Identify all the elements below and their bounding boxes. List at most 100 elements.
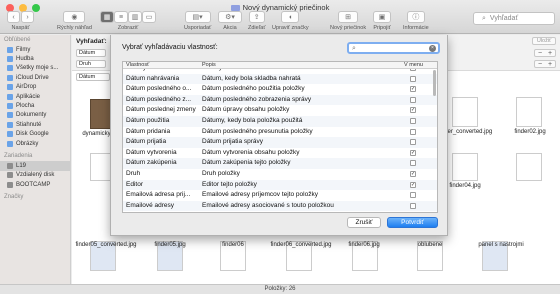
- plus-button[interactable]: +: [548, 61, 552, 68]
- list-view-button[interactable]: ≡: [114, 11, 128, 23]
- sidebar-item-fav-2[interactable]: Všetky moje s...: [0, 64, 70, 73]
- sidebar-item-label: BOOTCAMP: [16, 181, 51, 188]
- attribute-name: Emailové adresy: [126, 201, 175, 209]
- info-group: ⓘ Informácie: [403, 11, 429, 31]
- in-menu-checkbox[interactable]: [410, 96, 416, 103]
- in-menu-checkbox[interactable]: [410, 160, 416, 167]
- new-folder-button[interactable]: ⊞: [338, 11, 359, 23]
- attribute-row[interactable]: Editor Editor tejto položky ✓: [123, 179, 437, 191]
- action-button[interactable]: ⚙▾: [218, 11, 242, 23]
- sidebar-item-device-0[interactable]: L19: [0, 161, 70, 171]
- tags-button[interactable]: ◖: [281, 11, 300, 23]
- arrange-button[interactable]: ▤▾: [184, 11, 211, 23]
- attribute-description: Dátum posledného použitia položky: [202, 85, 305, 93]
- query-label: Vyhľadať:: [76, 38, 107, 45]
- minus-button[interactable]: −: [538, 61, 542, 68]
- new-folder-icon: ⊞: [345, 14, 351, 21]
- cancel-button[interactable]: Zrušiť: [347, 217, 381, 228]
- file-name: finder06.jpg: [348, 242, 380, 248]
- minus-button[interactable]: −: [538, 50, 542, 57]
- attribute-row[interactable]: Dátum pridania Dátum posledného presunuti…: [123, 127, 437, 138]
- file-name: finder05.jpg: [154, 242, 186, 248]
- attribute-row[interactable]: Dátum prijatia Dátum prijatia správy: [123, 137, 437, 148]
- attribute-row[interactable]: Emailové adresy...Emailové adresy...: [123, 211, 437, 213]
- in-menu-checkbox[interactable]: ✓: [410, 181, 416, 188]
- sidebar-item-fav-9[interactable]: Disk Google: [0, 130, 70, 139]
- criterion-popup[interactable]: Dátum vytvor.: [76, 49, 106, 57]
- share-button[interactable]: ⇪: [248, 11, 265, 23]
- sidebar-item-fav-5[interactable]: Aplikácie: [0, 92, 70, 101]
- in-menu-checkbox[interactable]: ✓: [410, 149, 416, 156]
- confirm-button[interactable]: Potvrdiť: [387, 217, 438, 228]
- tags-group: ◖ Upraviť značky: [272, 11, 309, 31]
- file-thumbnail[interactable]: [516, 153, 542, 181]
- attribute-search-field[interactable]: ⌕ ×: [347, 42, 440, 54]
- in-menu-checkbox[interactable]: [410, 139, 416, 146]
- attribute-row[interactable]: Dátum poslednej zmeny Dátum úpravy obsahu…: [123, 105, 437, 116]
- attribute-row[interactable]: Dátum posledného o... Dátum posledného po…: [123, 84, 437, 95]
- arrange-icon: ▤▾: [192, 14, 203, 21]
- sidebar-item-device-1[interactable]: Vzdialený disk: [0, 171, 70, 180]
- sidebar-item-fav-1[interactable]: Hudba: [0, 54, 70, 63]
- attribute-row[interactable]: Dátum posledného z... Dátum posledného zo…: [123, 94, 437, 106]
- criterion-popup[interactable]: Druh: [76, 60, 106, 68]
- info-button[interactable]: ⓘ: [406, 11, 425, 23]
- search-placeholder: Vyhľadať: [489, 15, 519, 22]
- in-menu-checkbox[interactable]: ✓: [410, 86, 416, 93]
- in-menu-checkbox[interactable]: [410, 202, 416, 209]
- sidebar-item-label: L19: [16, 162, 27, 169]
- window-toolbar: Nový dynamický priečinok ‹ › Naspäť ◉ Rý…: [0, 0, 560, 34]
- coverflow-view-button[interactable]: ▭: [142, 11, 156, 23]
- file-thumbnail[interactable]: [452, 153, 478, 181]
- column-header-attribute[interactable]: Vlastnosť: [126, 62, 149, 69]
- new-folder-group: ⊞ Nový priečinok: [330, 11, 366, 31]
- sidebar-item-device-2[interactable]: BOOTCAMP: [0, 180, 70, 189]
- attribute-name: Druh: [126, 169, 141, 177]
- column-view-button[interactable]: ▥: [128, 11, 142, 23]
- column-header-in-menu[interactable]: V menu: [404, 62, 423, 69]
- file-thumbnail[interactable]: [452, 97, 478, 127]
- in-menu-checkbox[interactable]: ✓: [410, 170, 416, 177]
- sidebar-item-fav-4[interactable]: AirDrop: [0, 83, 70, 92]
- attribute-row[interactable]: Dátum zakúpenia Dátum zakúpenia tejto pol…: [123, 158, 437, 169]
- column-header-description[interactable]: Popis: [202, 62, 216, 69]
- back-button[interactable]: ‹: [7, 11, 20, 23]
- attribute-row[interactable]: Dátum vytvorenia Dátum vytvorenia obsahu …: [123, 148, 437, 159]
- clear-search-icon[interactable]: ×: [429, 45, 436, 52]
- attribute-row[interactable]: Emailová adresa prij... Emailové adresy p…: [123, 190, 437, 201]
- file-thumbnail[interactable]: [516, 97, 542, 127]
- sidebar-item-fav-6[interactable]: Plocha: [0, 101, 70, 110]
- quicklook-button[interactable]: ◉: [63, 11, 86, 23]
- in-menu-checkbox[interactable]: [410, 75, 416, 82]
- sidebar-item-label: Stiahnuté: [16, 121, 42, 128]
- sidebar-item-label: Plocha: [16, 103, 35, 110]
- in-menu-checkbox[interactable]: [410, 117, 416, 124]
- connect-button[interactable]: ▣: [373, 11, 391, 23]
- in-menu-checkbox[interactable]: ✓: [410, 107, 416, 114]
- attribute-row[interactable]: Dátum použitia Dátumy, kedy bola položka …: [123, 115, 437, 127]
- attribute-row[interactable]: Druh Druh položky ✓: [123, 169, 437, 180]
- sidebar-item-fav-3[interactable]: iCloud Drive: [0, 73, 70, 82]
- pictures-icon: [7, 140, 13, 147]
- sidebar-item-fav-8[interactable]: Stiahnuté: [0, 120, 70, 129]
- plus-button[interactable]: +: [548, 50, 552, 57]
- attribute-row[interactable]: Emailové adresy Emailové adresy asociovan…: [123, 200, 437, 212]
- criterion-popup[interactable]: Dátum posled.: [76, 73, 110, 81]
- save-search-button[interactable]: Uložiť: [532, 37, 556, 45]
- file-name: finder05_converted.jpg: [75, 242, 137, 248]
- attribute-row[interactable]: Dátum nahrávania Dátum, kedy bola skladba…: [123, 73, 437, 85]
- attribute-description: Emailové adresy...: [202, 212, 402, 213]
- in-menu-checkbox[interactable]: [410, 192, 416, 199]
- toolbar-search-field[interactable]: ⌕ Vyhľadať: [473, 12, 555, 25]
- sidebar-item-label: AirDrop: [16, 84, 37, 91]
- table-scrollbar[interactable]: [433, 70, 436, 96]
- sidebar-item-fav-0[interactable]: Filmy: [0, 45, 70, 54]
- icon-view-button[interactable]: ▦: [100, 11, 114, 23]
- chevron-right-icon: ›: [26, 13, 29, 21]
- in-menu-checkbox[interactable]: [410, 128, 416, 135]
- sidebar-item-fav-10[interactable]: Obrázky: [0, 139, 70, 148]
- criterion-add-remove: − +: [534, 49, 556, 57]
- attribute-description: Druh položky: [202, 169, 240, 177]
- forward-button[interactable]: ›: [21, 11, 34, 23]
- sidebar-item-fav-7[interactable]: Dokumenty: [0, 111, 70, 120]
